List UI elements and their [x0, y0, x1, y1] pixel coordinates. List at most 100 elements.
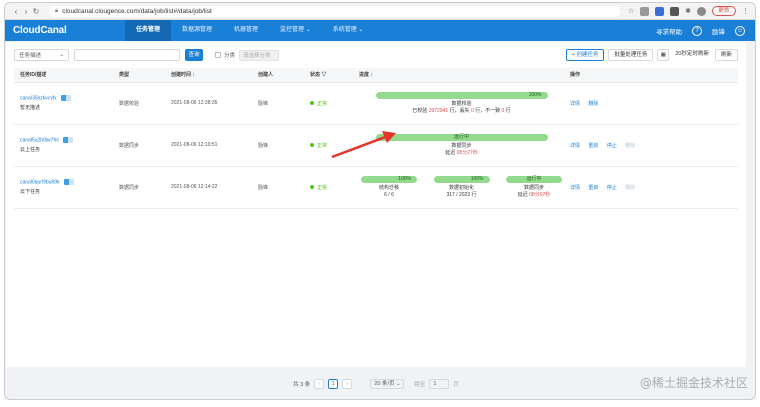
browser-toolbar: ‹ › ↻ 🔒︎ cloudcanal.clougence.com/data/j… — [5, 3, 755, 20]
stage-structure: 100% 结构迁移 6 / 6 — [361, 175, 417, 199]
job-table: 任务ID/描述 类型 创建时间 ↕ 创建人 状态 ▽ 进度 ↕ 操作 canal… — [14, 68, 738, 209]
status-text: 正常 — [317, 184, 328, 191]
extension-icon[interactable] — [655, 6, 665, 16]
job-id-link[interactable]: canal0qurl9bu89k — [20, 180, 59, 186]
job-id-link[interactable]: canal5u2b0lw7fnl — [20, 138, 59, 144]
nav-item-machines[interactable]: 机器管理 — [223, 20, 269, 41]
back-icon[interactable]: ‹ — [11, 7, 21, 16]
datasource-icon — [61, 95, 72, 102]
delay-value: 08分27秒 — [456, 149, 478, 156]
reload-icon[interactable]: ↻ — [31, 7, 41, 16]
nav-item-jobs[interactable]: 任务管理 — [125, 20, 172, 41]
col-header-creator: 创建人 — [252, 68, 304, 83]
grid-icon[interactable]: ▦ — [657, 49, 670, 61]
goto-label: 跳至 — [414, 382, 426, 388]
stage-detail: 6 / 6 — [384, 191, 394, 198]
progress-bar: 100% — [375, 91, 548, 99]
stop-button[interactable]: 停止 — [607, 185, 617, 191]
restart-button[interactable]: 重启 — [588, 185, 598, 191]
search-input[interactable] — [74, 49, 180, 61]
progress-title: 数据校验 — [451, 100, 472, 107]
progress-bar: 运行中 — [506, 175, 562, 183]
progress-label: 100% — [398, 175, 411, 182]
progress-bar: 100% — [433, 175, 490, 183]
nav-item-monitor[interactable]: 监控管理 ⌄ — [269, 20, 322, 41]
status-text: 正常 — [317, 142, 328, 149]
create-job-button[interactable]: + 创建任务 — [565, 49, 605, 61]
extension-icon[interactable] — [640, 6, 650, 16]
col-header-actions: 操作 — [564, 68, 738, 83]
restart-button[interactable]: 重启 — [588, 143, 598, 149]
app-header: CloudCanal 任务管理 数据源管理 机器管理 监控管理 ⌄ 系统管理 ⌄… — [5, 20, 755, 41]
top-nav: 任务管理 数据源管理 机器管理 监控管理 ⌄ 系统管理 ⌄ — [125, 20, 374, 41]
datasource-icon — [63, 179, 74, 186]
help-link[interactable]: 寻求帮助 — [656, 26, 682, 36]
group-label: 分类 — [224, 53, 236, 59]
nav-item-datasource[interactable]: 数据源管理 — [171, 20, 223, 41]
detail-button[interactable]: 详情 — [570, 143, 580, 149]
progress-cell: 100% 数据校验 已校验 3972941 行，丢失 0 行，不一致 0 行 — [353, 82, 564, 125]
job-id-link[interactable]: canal35hzkvcvfx — [20, 96, 57, 102]
address-bar[interactable]: 🔒︎ cloudcanal.clougence.com/data/job/lis… — [49, 5, 620, 17]
filter-type-value: 任务描述 — [19, 53, 42, 59]
stage-group: 100% 结构迁移 6 / 6 100% 数据初始化 317 / 2023 行 … — [359, 175, 564, 199]
lock-icon: 🔒︎ — [55, 7, 59, 14]
delay-value: 08分07秒 — [529, 191, 551, 198]
batch-process-button[interactable]: 批量处理任务 — [608, 49, 654, 61]
url-text: cloudcanal.clougence.com/data/job/list#/… — [62, 7, 212, 15]
detail-button[interactable]: 详情 — [570, 185, 580, 191]
refresh-button[interactable]: 刷新 — [714, 49, 738, 61]
progress-label: 运行中 — [453, 133, 469, 140]
stage-title: 数据初始化 — [448, 184, 474, 191]
table-row: canal5u2b0lw7fnl 云上任务 数据同步 2021-08-06 12… — [14, 124, 738, 167]
menu-dots-icon[interactable]: ⋮ — [742, 7, 749, 15]
prev-page-icon[interactable]: ‹ — [314, 379, 325, 389]
total-count: 共 3 条 — [293, 382, 311, 388]
col-header-id[interactable]: 任务ID/描述 — [14, 68, 113, 83]
detail-button[interactable]: 详情 — [570, 101, 580, 107]
nav-item-system[interactable]: 系统管理 ⌄ — [322, 20, 375, 41]
lost-prefix: 行，丢失 — [449, 107, 470, 114]
page-1-button[interactable]: 1 — [328, 379, 339, 389]
stage-delay: 延迟 08分07秒 — [506, 192, 562, 199]
progress-label: 100% — [470, 175, 484, 182]
next-page-icon[interactable]: › — [342, 379, 353, 389]
checked-prefix: 已校验 — [412, 107, 428, 114]
col-header-status[interactable]: 状态 ▽ — [304, 68, 353, 83]
col-header-time[interactable]: 创建时间 ↕ — [165, 68, 252, 83]
job-created-time: 2021-08-06 12:19:51 — [165, 124, 252, 167]
auto-refresh-toggle[interactable]: 20秒定时刷新 — [673, 49, 711, 61]
col-header-progress[interactable]: 进度 ↕ — [353, 68, 564, 83]
status-dot-icon — [310, 185, 314, 190]
browser-update-button[interactable]: 更新 — [711, 6, 736, 16]
job-creator: 励锋 — [252, 166, 304, 209]
query-button[interactable]: 查询 — [185, 49, 203, 61]
stop-button[interactable]: 停止 — [607, 143, 617, 149]
stage-sync: 运行中 数据同步 延迟 08分07秒 — [506, 175, 562, 199]
job-created-time: 2021-08-06 12:14:22 — [165, 166, 252, 209]
goto-page-input[interactable]: 1 — [429, 379, 450, 389]
profile-avatar-icon[interactable] — [696, 6, 706, 16]
user-avatar-icon[interactable]: ☺ — [735, 25, 745, 36]
app-logo[interactable]: CloudCanal — [5, 25, 125, 36]
page-suffix: 页 — [453, 382, 459, 388]
delete-button[interactable]: 删除 — [625, 185, 635, 191]
job-list-panel: 任务描述 ⌄ 查询 分类 请选择分类 + 创建任务 批量处理任务 ▦ 20秒定时… — [6, 42, 746, 367]
diff-prefix: 行，不一致 — [475, 107, 501, 114]
user-name[interactable]: 励锋 — [712, 26, 725, 36]
question-icon[interactable]: ? — [692, 25, 702, 36]
puzzle-icon[interactable]: ✱ — [685, 7, 691, 15]
extension-icon[interactable] — [670, 6, 680, 16]
job-created-time: 2021-08-06 12:38:35 — [165, 82, 252, 125]
forward-icon[interactable]: › — [21, 7, 31, 16]
filter-toolbar: 任务描述 ⌄ 查询 分类 请选择分类 + 创建任务 批量处理任务 ▦ 20秒定时… — [6, 42, 746, 68]
star-icon[interactable]: ☆ — [628, 7, 634, 15]
checkbox-icon[interactable] — [215, 52, 221, 58]
page-size-select[interactable]: 20 条/页 ⌄ — [370, 379, 405, 389]
delete-button[interactable]: 删除 — [625, 143, 635, 149]
delete-button[interactable]: 删除 — [588, 101, 598, 107]
status-text: 正常 — [317, 100, 328, 107]
group-checkbox[interactable]: 分类 — [215, 51, 235, 59]
filter-type-select[interactable]: 任务描述 ⌄ — [14, 49, 69, 61]
stage-init: 100% 数据初始化 317 / 2023 行 — [433, 175, 490, 199]
